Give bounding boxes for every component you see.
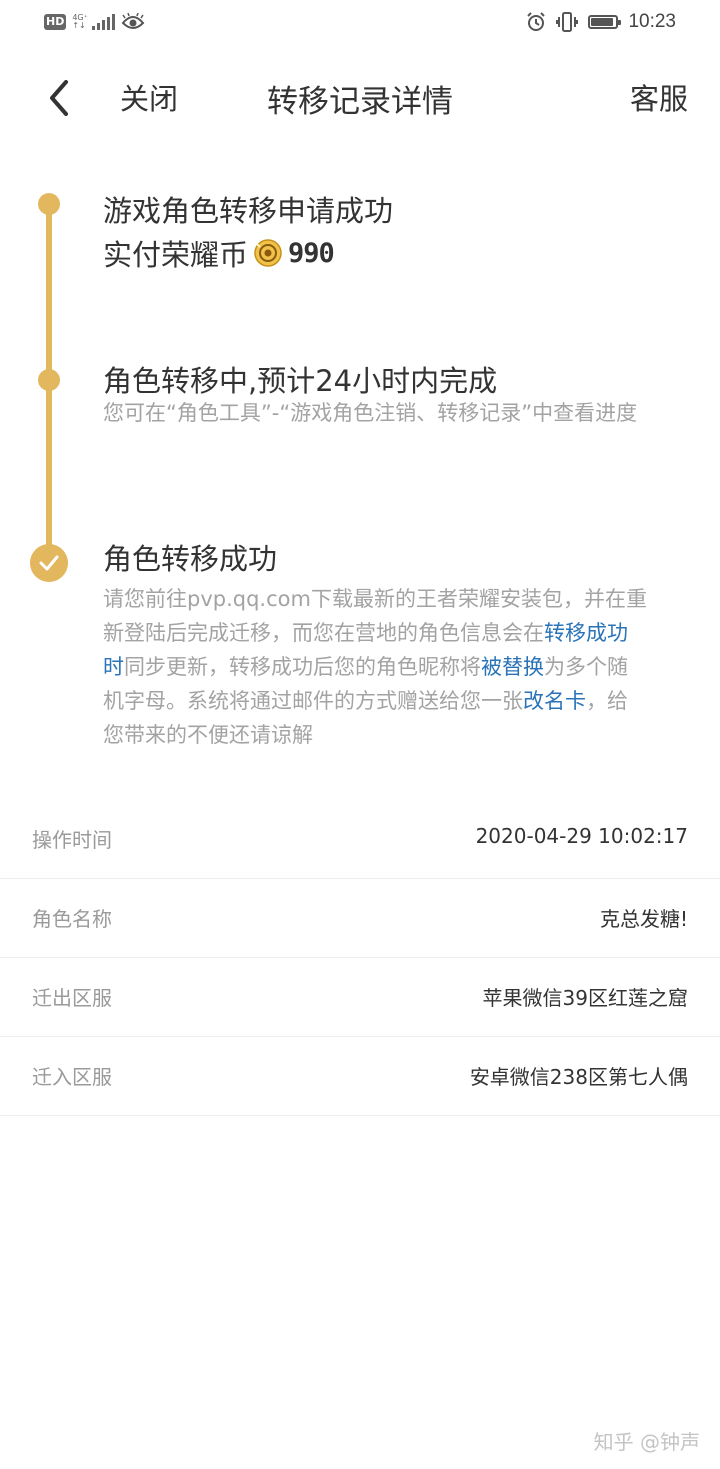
page-title: 转移记录详情: [267, 84, 453, 120]
alarm-icon: [527, 12, 546, 31]
step1-title: 游戏角色转移申请成功: [103, 194, 394, 228]
step3-title: 角色转移成功: [103, 542, 278, 576]
detail-row-operation-time: 操作时间 2020-04-29 10:02:17: [0, 800, 720, 879]
battery-icon: [588, 15, 622, 29]
replaced-link[interactable]: 被替换: [481, 655, 544, 679]
paid-amount: 990: [288, 237, 335, 269]
timeline-dot-step1: [38, 193, 60, 215]
step1-payment: 实付荣耀币 990: [103, 232, 335, 274]
detail-label: 角色名称: [32, 907, 112, 931]
honor-coin-icon: [254, 239, 282, 267]
detail-label: 迁出区服: [32, 986, 112, 1010]
signal-icon: [91, 14, 115, 30]
detail-row-source-server: 迁出区服 苹果微信39区红莲之窟: [0, 958, 720, 1037]
transfer-timeline: 游戏角色转移申请成功 实付荣耀币 990 角色转移中,预计24小时内完成 您可在…: [0, 180, 720, 780]
paid-label: 实付荣耀币: [103, 238, 249, 272]
vibrate-icon: [556, 12, 579, 32]
nav-bar: 关闭 转移记录详情 客服: [0, 56, 720, 140]
step2-title: 角色转移中,预计24小时内完成: [103, 364, 498, 398]
detail-label: 操作时间: [32, 828, 112, 852]
network-type: 4G⁺ ↑↓: [72, 13, 88, 30]
detail-value: 克总发糖!: [599, 907, 688, 931]
status-time: 10:23: [628, 11, 676, 32]
detail-row-role-name: 角色名称 克总发糖!: [0, 879, 720, 958]
watermark: 知乎 @钟声: [593, 1430, 700, 1454]
step3-description: 请您前往pvp.qq.com下载最新的王者荣耀安装包，并在重新登陆后完成迁移，而…: [103, 587, 647, 747]
rename-card-link[interactable]: 改名卡: [523, 689, 586, 713]
hd-badge: HD: [44, 14, 67, 30]
check-icon: [30, 544, 68, 582]
step2-description: 您可在“角色工具”-“游戏角色注销、转移记录”中查看进度: [103, 401, 638, 425]
detail-row-target-server: 迁入区服 安卓微信238区第七人偶: [0, 1037, 720, 1116]
timeline-dot-step2: [38, 369, 60, 391]
transfer-details: 操作时间 2020-04-29 10:02:17 角色名称 克总发糖! 迁出区服…: [0, 800, 720, 1116]
detail-value: 苹果微信39区红莲之窟: [482, 986, 688, 1010]
detail-label: 迁入区服: [32, 1065, 112, 1089]
detail-value: 安卓微信238区第七人偶: [469, 1065, 688, 1089]
customer-service-button[interactable]: 客服: [630, 76, 688, 118]
eye-icon: [121, 13, 145, 29]
status-bar: HD 4G⁺ ↑↓ 10:23: [0, 0, 720, 44]
status-left: HD 4G⁺ ↑↓: [44, 10, 145, 34]
status-right: 10:23: [526, 8, 676, 36]
detail-value: 2020-04-29 10:02:17: [475, 824, 688, 848]
